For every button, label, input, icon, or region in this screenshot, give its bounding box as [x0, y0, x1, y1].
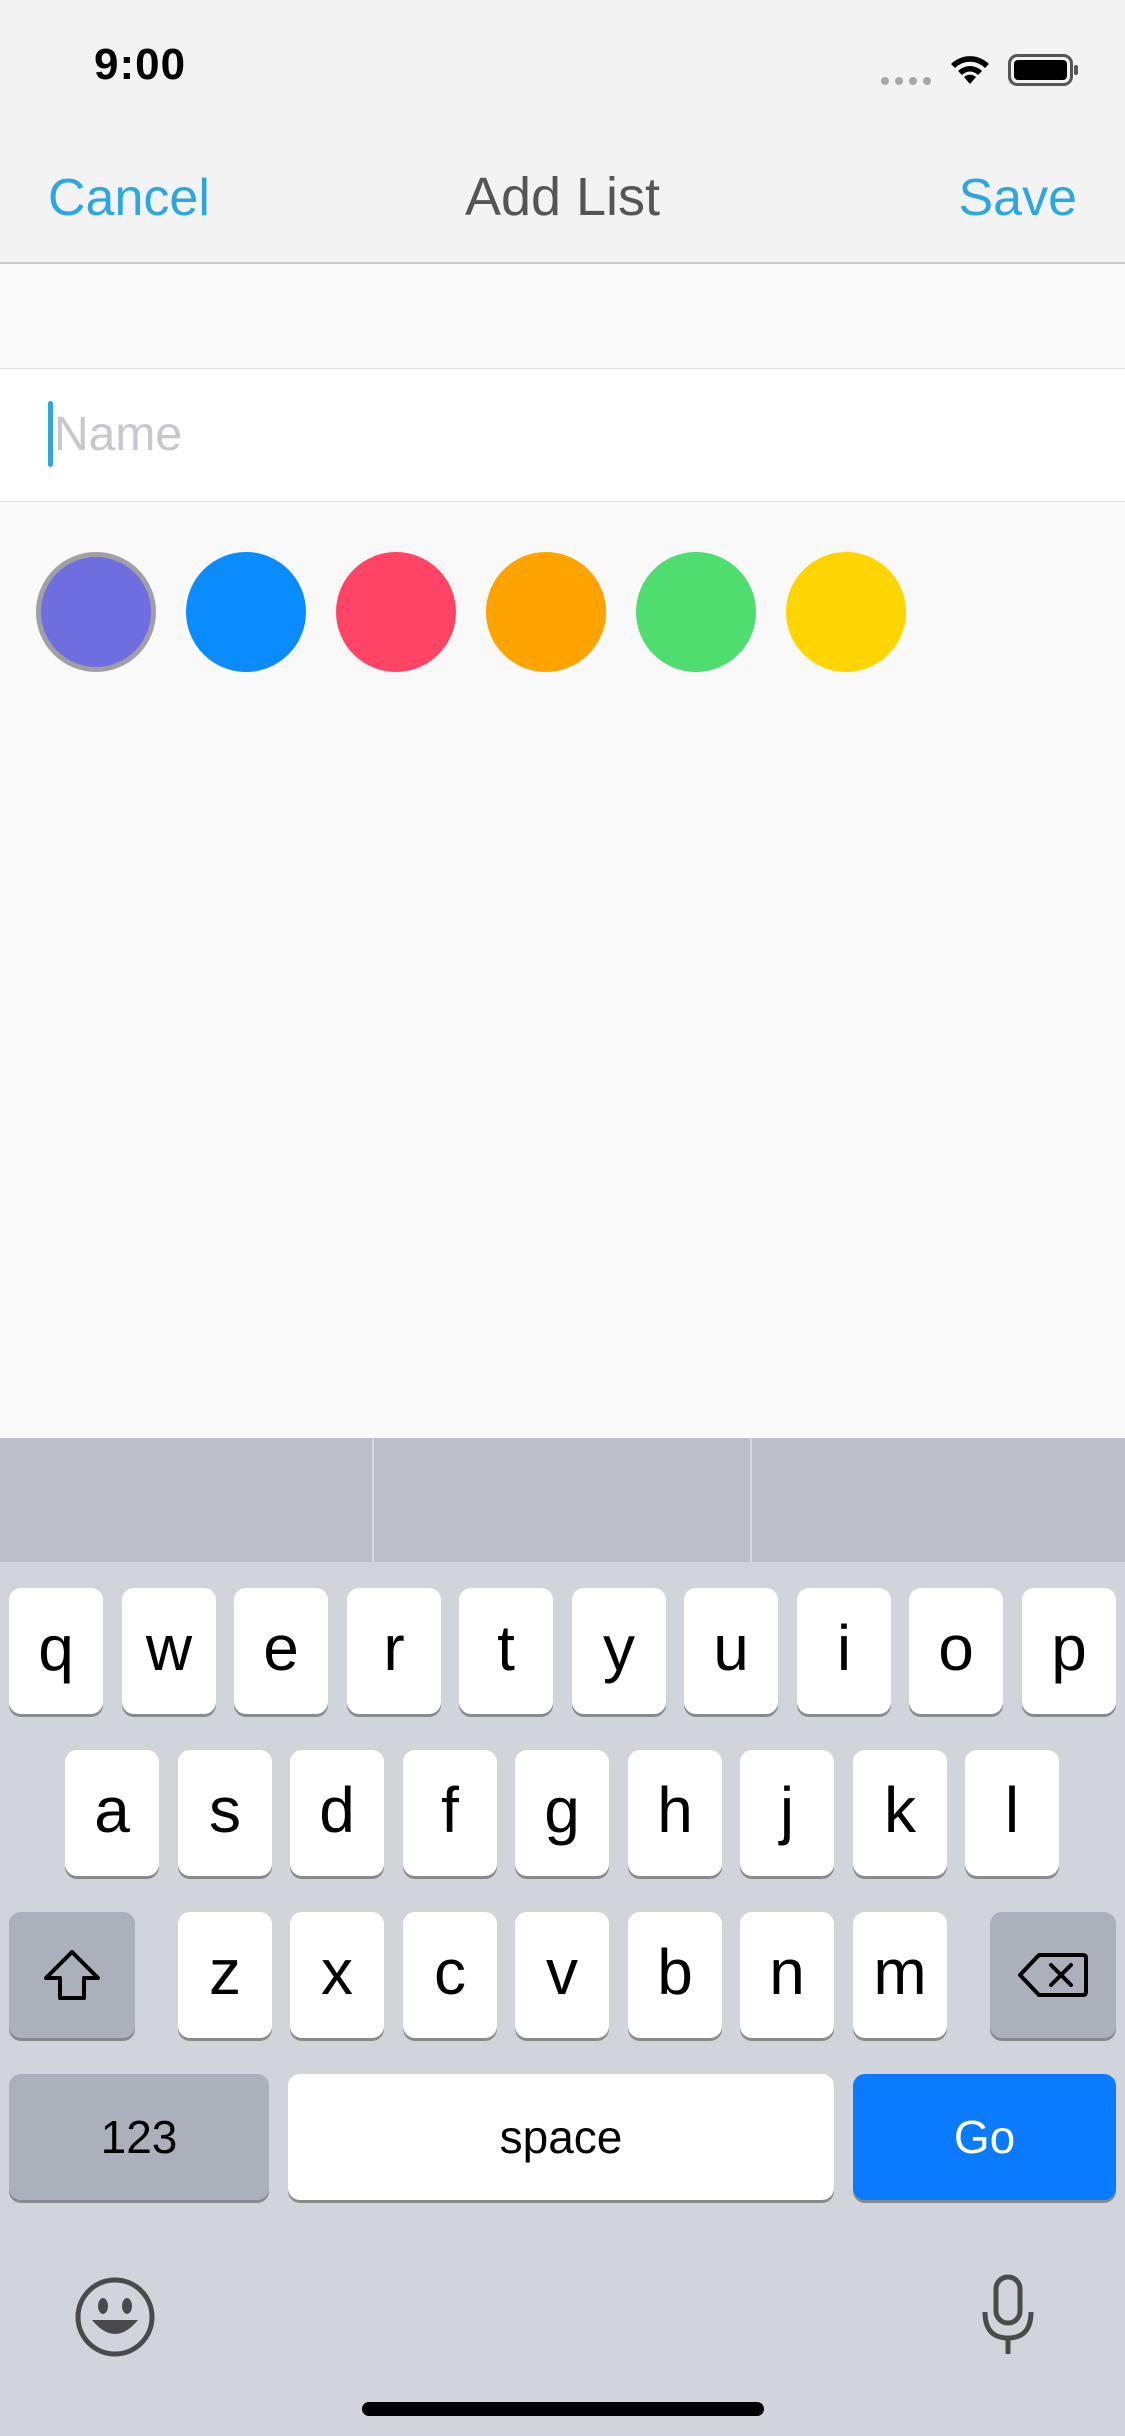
cancel-button[interactable]: Cancel [48, 168, 210, 228]
color-swatch-pink[interactable] [336, 552, 456, 672]
color-swatch-blue[interactable] [186, 552, 306, 672]
navigation-bar: Add List Cancel Save [0, 132, 1125, 264]
name-input[interactable] [54, 389, 1074, 479]
key-w[interactable]: w [122, 1588, 216, 1714]
cellular-signal-icon [881, 77, 931, 85]
color-swatch-purple[interactable] [36, 552, 156, 672]
key-q[interactable]: q [9, 1588, 103, 1714]
key-a[interactable]: a [65, 1750, 159, 1876]
key-b[interactable]: b [628, 1912, 722, 2038]
emoji-icon[interactable] [74, 2276, 156, 2358]
key-j[interactable]: j [740, 1750, 834, 1876]
key-v[interactable]: v [515, 1912, 609, 2038]
key-m[interactable]: m [853, 1912, 947, 2038]
status-time: 9:00 [94, 40, 187, 89]
wifi-icon [951, 56, 989, 84]
shift-icon [44, 1950, 100, 2000]
key-e[interactable]: e [234, 1588, 328, 1714]
shift-key[interactable] [9, 1912, 135, 2038]
key-s[interactable]: s [178, 1750, 272, 1876]
key-x[interactable]: x [290, 1912, 384, 2038]
predictive-text-bar [0, 1438, 1125, 1562]
key-r[interactable]: r [347, 1588, 441, 1714]
key-y[interactable]: y [572, 1588, 666, 1714]
text-cursor [48, 401, 53, 467]
key-o[interactable]: o [909, 1588, 1003, 1714]
delete-icon [1018, 1953, 1088, 1997]
predictive-divider [372, 1438, 374, 1562]
key-h[interactable]: h [628, 1750, 722, 1876]
home-indicator[interactable] [362, 2402, 764, 2416]
status-bar: 9:00 [0, 0, 1125, 132]
key-u[interactable]: u [684, 1588, 778, 1714]
space-key[interactable]: space [288, 2074, 834, 2200]
go-key[interactable]: Go [853, 2074, 1116, 2200]
key-f[interactable]: f [403, 1750, 497, 1876]
key-k[interactable]: k [853, 1750, 947, 1876]
key-d[interactable]: d [290, 1750, 384, 1876]
key-c[interactable]: c [403, 1912, 497, 2038]
color-swatch-orange[interactable] [486, 552, 606, 672]
key-l[interactable]: l [965, 1750, 1059, 1876]
color-swatch-green[interactable] [636, 552, 756, 672]
key-p[interactable]: p [1022, 1588, 1116, 1714]
key-n[interactable]: n [740, 1912, 834, 2038]
key-z[interactable]: z [178, 1912, 272, 2038]
save-button[interactable]: Save [958, 168, 1077, 228]
key-i[interactable]: i [797, 1588, 891, 1714]
color-swatch-yellow[interactable] [786, 552, 906, 672]
key-t[interactable]: t [459, 1588, 553, 1714]
color-picker [36, 552, 1086, 674]
battery-icon [1008, 54, 1078, 86]
predictive-divider [750, 1438, 752, 1562]
name-field-row [0, 368, 1125, 502]
delete-key[interactable] [990, 1912, 1116, 2038]
key-g[interactable]: g [515, 1750, 609, 1876]
numbers-key[interactable]: 123 [9, 2074, 269, 2200]
keyboard: q w e r t y u i o p a s d f g h j k l z … [0, 1438, 1125, 2436]
microphone-icon[interactable] [980, 2274, 1036, 2358]
